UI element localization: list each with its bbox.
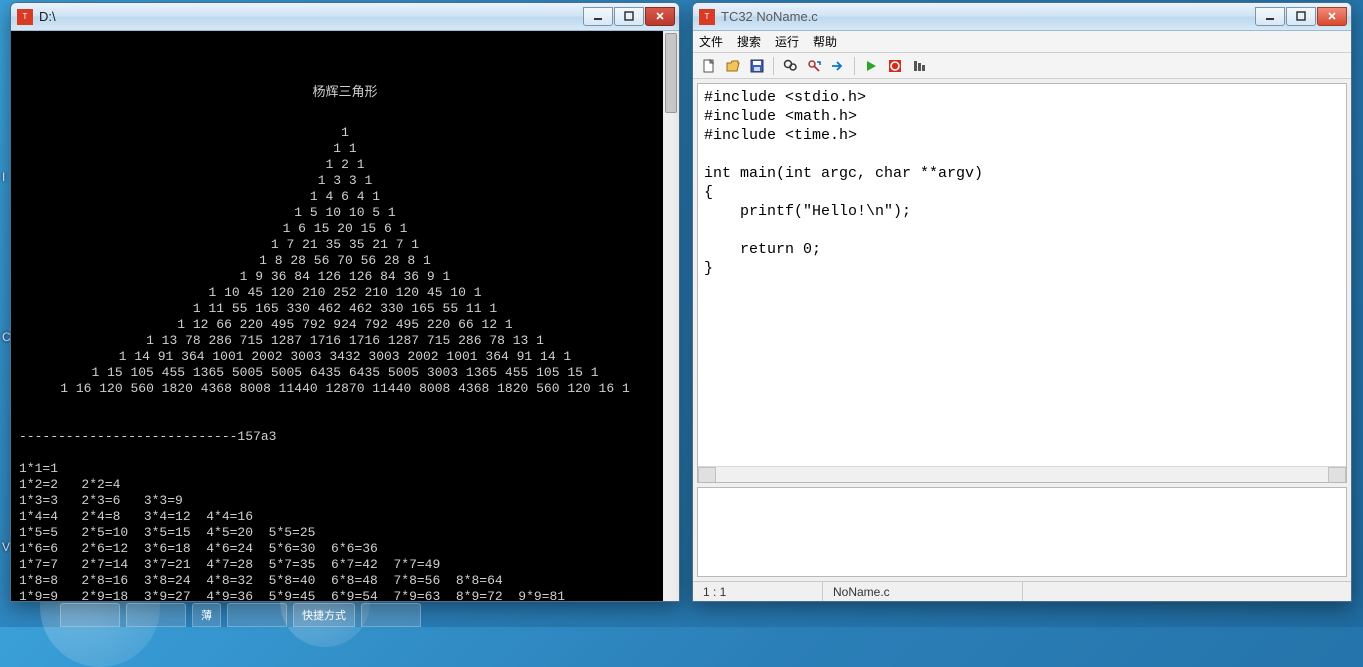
close-button[interactable] bbox=[1317, 7, 1347, 26]
toolbar bbox=[693, 53, 1351, 79]
console-window: T D:\ 杨辉三角形 11 11 2 11 3 3 11 4 6 4 11 5… bbox=[10, 2, 680, 602]
run-icon[interactable] bbox=[861, 56, 881, 76]
menu-search[interactable]: 搜索 bbox=[737, 33, 761, 50]
status-filename: NoName.c bbox=[823, 582, 1023, 601]
minimize-button[interactable] bbox=[583, 7, 613, 26]
vertical-scrollbar[interactable] bbox=[663, 31, 679, 601]
open-file-icon[interactable] bbox=[723, 56, 743, 76]
taskbar-item[interactable] bbox=[227, 603, 287, 627]
app-icon: T bbox=[699, 9, 715, 25]
maximize-button[interactable] bbox=[614, 7, 644, 26]
menubar: 文件 搜索 运行 帮助 bbox=[693, 31, 1351, 53]
menu-help[interactable]: 帮助 bbox=[813, 33, 837, 50]
find-next-icon[interactable] bbox=[804, 56, 824, 76]
taskbar: 薄 快捷方式 bbox=[60, 597, 421, 627]
minimize-button[interactable] bbox=[1255, 7, 1285, 26]
taskbar-item[interactable] bbox=[361, 603, 421, 627]
stop-icon[interactable] bbox=[885, 56, 905, 76]
find-icon[interactable] bbox=[780, 56, 800, 76]
console-output[interactable]: 杨辉三角形 11 11 2 11 3 3 11 4 6 4 11 5 10 10… bbox=[11, 31, 679, 601]
status-position: 1 : 1 bbox=[693, 582, 823, 601]
step-icon[interactable] bbox=[909, 56, 929, 76]
new-file-icon[interactable] bbox=[699, 56, 719, 76]
horizontal-scrollbar[interactable] bbox=[698, 466, 1346, 482]
taskbar-label[interactable]: 薄 bbox=[192, 603, 221, 627]
taskbar-label[interactable]: 快捷方式 bbox=[293, 603, 355, 627]
output-pane[interactable] bbox=[697, 487, 1347, 577]
save-icon[interactable] bbox=[747, 56, 767, 76]
taskbar-item[interactable] bbox=[126, 603, 186, 627]
console-heading: 杨辉三角形 bbox=[19, 85, 671, 101]
close-button[interactable] bbox=[645, 7, 675, 26]
editor-title: TC32 NoName.c bbox=[721, 9, 818, 24]
console-titlebar[interactable]: T D:\ bbox=[11, 3, 679, 31]
menu-file[interactable]: 文件 bbox=[699, 33, 723, 50]
app-icon: T bbox=[17, 9, 33, 25]
taskbar-item[interactable] bbox=[60, 603, 120, 627]
editor-window: T TC32 NoName.c 文件 搜索 运行 帮助 #include <st… bbox=[692, 2, 1352, 602]
pascal-triangle: 11 11 2 11 3 3 11 4 6 4 11 5 10 10 5 11 … bbox=[19, 125, 671, 397]
divider-line: ----------------------------157a3 bbox=[19, 429, 276, 444]
menu-run[interactable]: 运行 bbox=[775, 33, 799, 50]
goto-icon[interactable] bbox=[828, 56, 848, 76]
scrollbar-thumb[interactable] bbox=[665, 33, 677, 113]
maximize-button[interactable] bbox=[1286, 7, 1316, 26]
multiplication-table: 1*1=1 1*2=2 2*2=4 1*3=3 2*3=6 3*3=9 1*4=… bbox=[19, 461, 565, 601]
editor-titlebar[interactable]: T TC32 NoName.c bbox=[693, 3, 1351, 31]
statusbar: 1 : 1 NoName.c bbox=[693, 581, 1351, 601]
console-title: D:\ bbox=[39, 9, 56, 24]
code-editor[interactable]: #include <stdio.h> #include <math.h> #in… bbox=[697, 83, 1347, 483]
